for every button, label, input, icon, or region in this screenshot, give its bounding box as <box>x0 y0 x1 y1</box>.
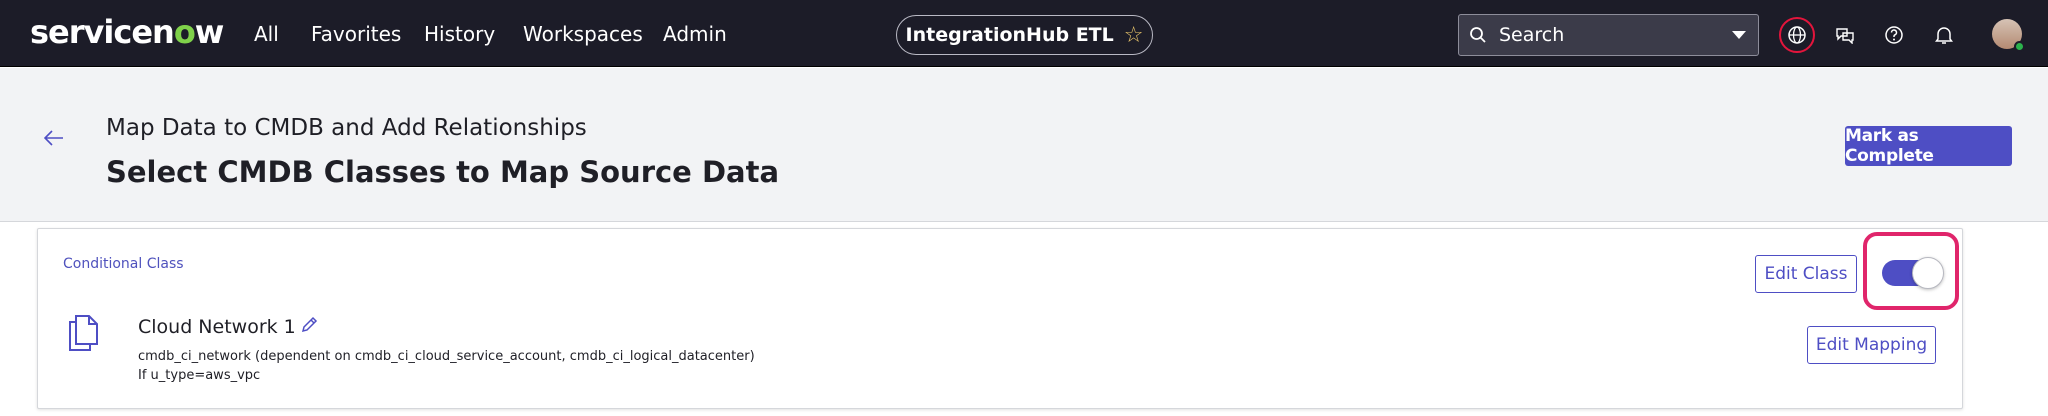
search-scope-dropdown[interactable] <box>1719 14 1759 56</box>
back-arrow-icon[interactable] <box>43 130 64 151</box>
nav-history[interactable]: History <box>424 22 495 46</box>
page-header: Map Data to CMDB and Add Relationships S… <box>0 68 2048 222</box>
top-navigation-bar: servicenow All Favorites History Workspa… <box>0 0 2048 67</box>
class-name: Cloud Network 1 <box>138 316 296 338</box>
documents-icon <box>67 314 99 357</box>
edit-name-pencil-icon[interactable] <box>300 316 318 339</box>
user-avatar[interactable] <box>1992 19 2025 52</box>
nav-admin[interactable]: Admin <box>663 22 727 46</box>
bell-icon[interactable] <box>1926 17 1962 53</box>
toggle-knob[interactable] <box>1912 257 1944 289</box>
chat-icon[interactable] <box>1827 17 1863 53</box>
help-icon[interactable] <box>1876 17 1912 53</box>
class-details: cmdb_ci_network (dependent on cmdb_ci_cl… <box>138 347 755 385</box>
class-active-toggle[interactable] <box>1882 257 1944 289</box>
toggle-highlight-frame <box>1863 232 1959 310</box>
search-icon <box>1470 27 1486 43</box>
app-name: IntegrationHub ETL <box>905 24 1114 46</box>
search-placeholder: Search <box>1499 24 1565 46</box>
class-condition: If u_type=aws_vpc <box>138 368 261 383</box>
nav-all[interactable]: All <box>254 22 279 46</box>
page-subtitle: Map Data to CMDB and Add Relationships <box>106 115 587 141</box>
servicenow-logo[interactable]: servicenow <box>30 13 224 51</box>
nav-favorites[interactable]: Favorites <box>311 22 401 46</box>
online-status-icon <box>2014 41 2025 52</box>
class-card: Conditional Class Cloud Network 1 cmdb_c… <box>37 228 1963 409</box>
app-name-pill[interactable]: IntegrationHub ETL ☆ <box>896 15 1153 55</box>
nav-workspaces[interactable]: Workspaces <box>523 22 643 46</box>
edit-class-button[interactable]: Edit Class <box>1755 255 1857 293</box>
class-table: cmdb_ci_network (dependent on cmdb_ci_cl… <box>138 349 755 364</box>
edit-mapping-button[interactable]: Edit Mapping <box>1807 326 1936 364</box>
globe-icon[interactable] <box>1779 17 1815 53</box>
search-input[interactable]: Search <box>1458 14 1720 56</box>
conditional-class-label: Conditional Class <box>63 256 184 272</box>
star-icon[interactable]: ☆ <box>1124 23 1144 48</box>
caret-down-icon <box>1731 31 1746 39</box>
mark-as-complete-button[interactable]: Mark as Complete <box>1845 126 2012 166</box>
page-title: Select CMDB Classes to Map Source Data <box>106 155 780 189</box>
